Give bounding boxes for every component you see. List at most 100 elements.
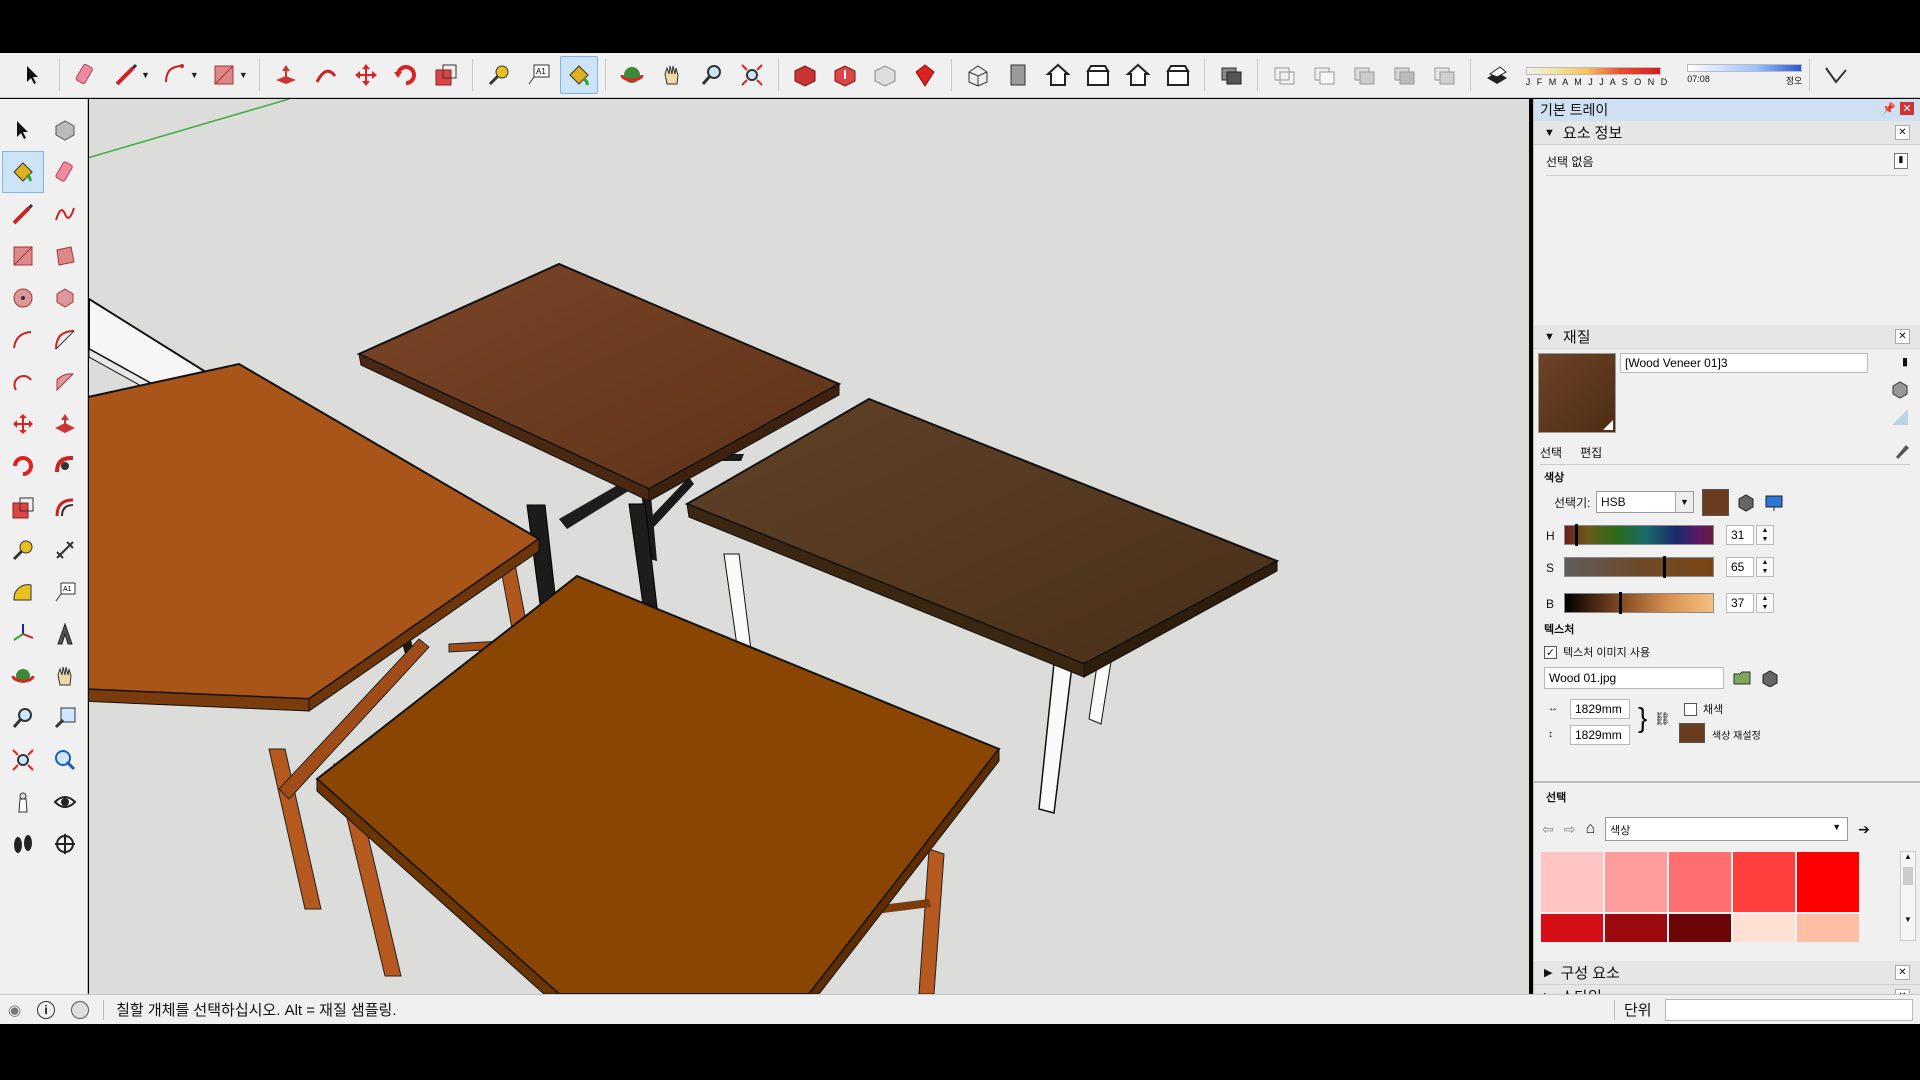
dimension-tool-icon[interactable]	[44, 529, 86, 571]
match-color-screen-icon[interactable]	[1764, 492, 1786, 512]
move-tool-icon[interactable]	[2, 403, 44, 445]
details-arrow-icon[interactable]: ➔	[1858, 821, 1870, 838]
texture-file-field[interactable]	[1544, 667, 1724, 689]
time-slider[interactable]	[1687, 63, 1803, 72]
color-swatch[interactable]	[1668, 851, 1732, 913]
back-arrow-icon[interactable]: ⇦	[1542, 821, 1554, 838]
edit-texture-icon[interactable]	[1760, 669, 1780, 687]
monochrome-style-icon[interactable]	[1425, 56, 1463, 94]
panel-close-icon[interactable]: ✕	[1895, 329, 1910, 344]
color-swatch[interactable]	[1732, 851, 1796, 913]
text-tool-icon[interactable]: A1	[44, 571, 86, 613]
freehand-tool-icon[interactable]	[44, 193, 86, 235]
rotate-tool-icon[interactable]	[2, 445, 44, 487]
saturation-value[interactable]	[1726, 557, 1754, 577]
user-icon[interactable]	[71, 1000, 90, 1019]
tray-close-icon[interactable]: ✕	[1900, 102, 1914, 115]
texture-height-field[interactable]	[1570, 725, 1630, 745]
swatch-scrollbar[interactable]: ▲ ▼	[1900, 851, 1916, 941]
entity-info-toggle-icon[interactable]: ▮	[1894, 153, 1908, 169]
position-camera-icon[interactable]	[2, 781, 44, 823]
select-tool-icon[interactable]	[14, 56, 52, 94]
select-tool-icon[interactable]	[2, 109, 44, 151]
color-swatch[interactable]	[1796, 851, 1860, 913]
push-pull-tool-icon[interactable]	[267, 56, 305, 94]
zoom-extents-tool-icon[interactable]	[733, 56, 771, 94]
rotated-rectangle-tool-icon[interactable]	[44, 235, 86, 277]
axes-tool-icon[interactable]	[2, 613, 44, 655]
paint-bucket-tool-icon[interactable]	[559, 56, 598, 94]
saturation-spinner[interactable]: ▲ ▼	[1756, 557, 1774, 577]
sample-paint-icon[interactable]	[1892, 439, 1912, 459]
protractor-tool-icon[interactable]	[2, 571, 44, 613]
forward-arrow-icon[interactable]: ⇨	[1564, 821, 1576, 838]
polygon-tool-icon[interactable]	[44, 277, 86, 319]
color-swatch[interactable]	[1796, 913, 1860, 943]
text-tool-icon[interactable]: A1	[520, 56, 558, 94]
components-header[interactable]: ▶ 구성 요소 ✕	[1534, 961, 1920, 985]
pin-icon[interactable]: 📌	[1882, 102, 1896, 115]
hue-spinner[interactable]: ▲ ▼	[1756, 525, 1774, 545]
tape-measure-tool-icon[interactable]	[480, 56, 518, 94]
hidden-line-style-icon[interactable]	[1305, 56, 1343, 94]
pan-tool-icon[interactable]	[653, 56, 691, 94]
iso-view-icon[interactable]	[959, 56, 997, 94]
rectangle-dropdown-icon[interactable]: ▼	[239, 70, 248, 80]
pie-tool-icon[interactable]	[44, 361, 86, 403]
line-tool-icon[interactable]	[107, 56, 145, 94]
right-view-icon[interactable]	[1079, 56, 1117, 94]
hue-slider[interactable]	[1564, 524, 1714, 546]
wireframe-style-icon[interactable]	[1265, 56, 1303, 94]
xray-style-icon[interactable]	[1212, 56, 1250, 94]
3d-warehouse-icon[interactable]	[786, 56, 824, 94]
eraser-tool-icon[interactable]	[44, 151, 86, 193]
color-swatch[interactable]	[1604, 851, 1668, 913]
panel-close-icon[interactable]: ✕	[1895, 965, 1910, 980]
follow-me-tool-icon[interactable]	[307, 56, 345, 94]
month-slider[interactable]	[1525, 66, 1661, 75]
previous-view-icon[interactable]	[44, 739, 86, 781]
collection-select[interactable]: 색상 ▼	[1605, 817, 1849, 841]
color-swatch[interactable]	[1668, 913, 1732, 943]
reset-color-label[interactable]: 색상 재설정	[1712, 727, 1761, 742]
match-color-object-icon[interactable]	[1736, 492, 1756, 512]
rectangle-tool-icon[interactable]	[205, 56, 243, 94]
zoom-tool-icon[interactable]	[2, 697, 44, 739]
color-swatch[interactable]	[1732, 913, 1796, 943]
line-dropdown-icon[interactable]: ▼	[141, 70, 150, 80]
section-plane-tool-icon[interactable]	[44, 823, 86, 865]
extension-warehouse-icon[interactable]	[906, 56, 944, 94]
measurements-field[interactable]	[1665, 998, 1913, 1021]
3d-text-tool-icon[interactable]	[44, 613, 86, 655]
tab-select[interactable]: 선택	[1540, 444, 1562, 461]
line-tool-icon[interactable]	[2, 193, 44, 235]
brightness-slider[interactable]	[1564, 592, 1714, 614]
rotate-tool-icon[interactable]	[387, 56, 425, 94]
materials-header[interactable]: ▼ 재질 ✕	[1534, 325, 1920, 349]
current-color-swatch[interactable]	[1702, 489, 1729, 516]
panel-toggle-icon[interactable]: ▮	[1902, 355, 1908, 368]
back-view-icon[interactable]	[1119, 56, 1157, 94]
look-around-icon[interactable]	[44, 781, 86, 823]
texture-width-field[interactable]	[1570, 699, 1630, 719]
three-point-arc-tool-icon[interactable]	[2, 361, 44, 403]
paint-bucket-tool-icon[interactable]	[2, 151, 44, 193]
hue-value[interactable]	[1726, 525, 1754, 545]
tab-edit[interactable]: 편집	[1580, 444, 1602, 461]
brightness-value[interactable]	[1726, 593, 1754, 613]
zoom-extents-tool-icon[interactable]	[2, 739, 44, 781]
use-texture-checkbox[interactable]: ✓	[1544, 645, 1557, 659]
push-pull-tool-icon[interactable]	[44, 403, 86, 445]
shaded-style-icon[interactable]	[1345, 56, 1383, 94]
colorize-checkbox[interactable]	[1684, 702, 1697, 716]
panel-close-icon[interactable]: ✕	[1895, 125, 1910, 140]
color-swatch[interactable]	[1540, 913, 1604, 943]
create-material-icon[interactable]	[1890, 379, 1910, 399]
two-point-arc-tool-icon[interactable]	[44, 319, 86, 361]
move-tool-icon[interactable]	[347, 56, 385, 94]
info-icon[interactable]: i	[37, 1000, 56, 1019]
arc-tool-icon[interactable]	[156, 56, 194, 94]
share-component-icon[interactable]	[866, 56, 904, 94]
pan-tool-icon[interactable]	[44, 655, 86, 697]
material-name-field[interactable]	[1620, 353, 1868, 373]
